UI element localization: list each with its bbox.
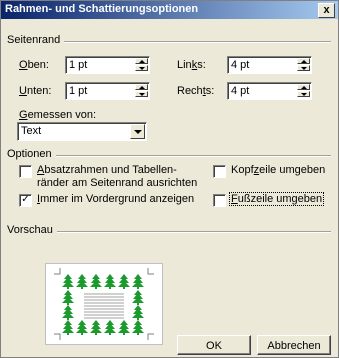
preview-text-lines bbox=[84, 293, 124, 319]
oben-value: 1 pt bbox=[69, 59, 88, 71]
links-spinner[interactable]: 4 pt bbox=[227, 56, 312, 74]
borders-options-dialog: Rahmen- und Schattierungsoptionen x Seit… bbox=[0, 0, 339, 358]
oben-spin-down-button[interactable] bbox=[135, 65, 148, 71]
gemessen-dropdown-button[interactable] bbox=[130, 124, 145, 139]
tree-icon-column-right bbox=[132, 290, 144, 320]
unten-spinner[interactable]: 1 pt bbox=[65, 82, 150, 100]
close-button[interactable]: x bbox=[318, 3, 335, 18]
rechts-spinner[interactable]: 4 pt bbox=[227, 82, 312, 100]
rechts-spin-down-button[interactable] bbox=[297, 91, 310, 97]
arrow-up-icon bbox=[301, 86, 307, 89]
seitenrand-group-label: Seitenrand bbox=[7, 34, 65, 46]
ok-button[interactable]: OK bbox=[177, 335, 251, 355]
rechts-label: Rechts: bbox=[177, 85, 215, 97]
rechts-value: 4 pt bbox=[231, 85, 250, 97]
tree-icon-row-bottom bbox=[62, 320, 144, 335]
dialog-title: Rahmen- und Schattierungsoptionen bbox=[5, 3, 199, 15]
title-bar[interactable]: Rahmen- und Schattierungsoptionen x bbox=[1, 1, 338, 19]
arrow-up-icon bbox=[301, 60, 307, 63]
unten-spin-up-button[interactable] bbox=[135, 84, 148, 90]
vorschau-group-label: Vorschau bbox=[7, 224, 57, 236]
gemessen-von-select[interactable]: Text bbox=[17, 122, 147, 141]
vordergrund-checkbox[interactable]: ✓ bbox=[19, 194, 32, 207]
close-icon: x bbox=[323, 4, 330, 16]
arrow-up-icon bbox=[139, 60, 145, 63]
arrow-down-icon bbox=[301, 93, 307, 96]
tree-icon-column-left bbox=[62, 290, 74, 320]
arrow-down-icon bbox=[139, 93, 145, 96]
absatzrahmen-checkbox[interactable] bbox=[19, 165, 32, 178]
unten-label: Unten: bbox=[19, 85, 52, 97]
vordergrund-label[interactable]: Immer im Vordergrund anzeigen bbox=[37, 193, 194, 205]
arrow-down-icon bbox=[301, 67, 307, 70]
oben-label: Oben: bbox=[19, 59, 49, 71]
fusszeile-checkbox[interactable] bbox=[213, 194, 226, 207]
arrow-up-icon bbox=[139, 86, 145, 89]
gemessen-von-value: Text bbox=[21, 125, 42, 137]
links-spin-up-button[interactable] bbox=[297, 58, 310, 64]
absatzrahmen-label[interactable]: Absatzrahmen und Tabellen-ränder am Seit… bbox=[37, 164, 197, 190]
oben-spinner[interactable]: 1 pt bbox=[65, 56, 150, 74]
checkmark-icon: ✓ bbox=[21, 194, 30, 205]
cancel-button[interactable]: Abbrechen bbox=[257, 335, 331, 355]
gemessen-label: Gemessen von: bbox=[19, 109, 97, 121]
links-value: 4 pt bbox=[231, 59, 250, 71]
links-label: Links: bbox=[177, 59, 206, 71]
preview-art-border bbox=[54, 268, 154, 340]
links-spin-down-button[interactable] bbox=[297, 65, 310, 71]
arrow-down-icon bbox=[139, 67, 145, 70]
rechts-spin-up-button[interactable] bbox=[297, 84, 310, 90]
tree-icon-row-top bbox=[62, 274, 144, 289]
oben-spin-up-button[interactable] bbox=[135, 58, 148, 64]
kopfzeile-checkbox[interactable] bbox=[213, 165, 226, 178]
kopfzeile-label[interactable]: Kopfzeile umgeben bbox=[231, 164, 325, 176]
chevron-down-icon bbox=[134, 130, 142, 134]
optionen-group-label: Optionen bbox=[7, 148, 56, 160]
unten-value: 1 pt bbox=[69, 85, 88, 97]
preview-page bbox=[45, 263, 163, 345]
fusszeile-label[interactable]: Fußzeile umgeben bbox=[229, 192, 325, 206]
unten-spin-down-button[interactable] bbox=[135, 91, 148, 97]
